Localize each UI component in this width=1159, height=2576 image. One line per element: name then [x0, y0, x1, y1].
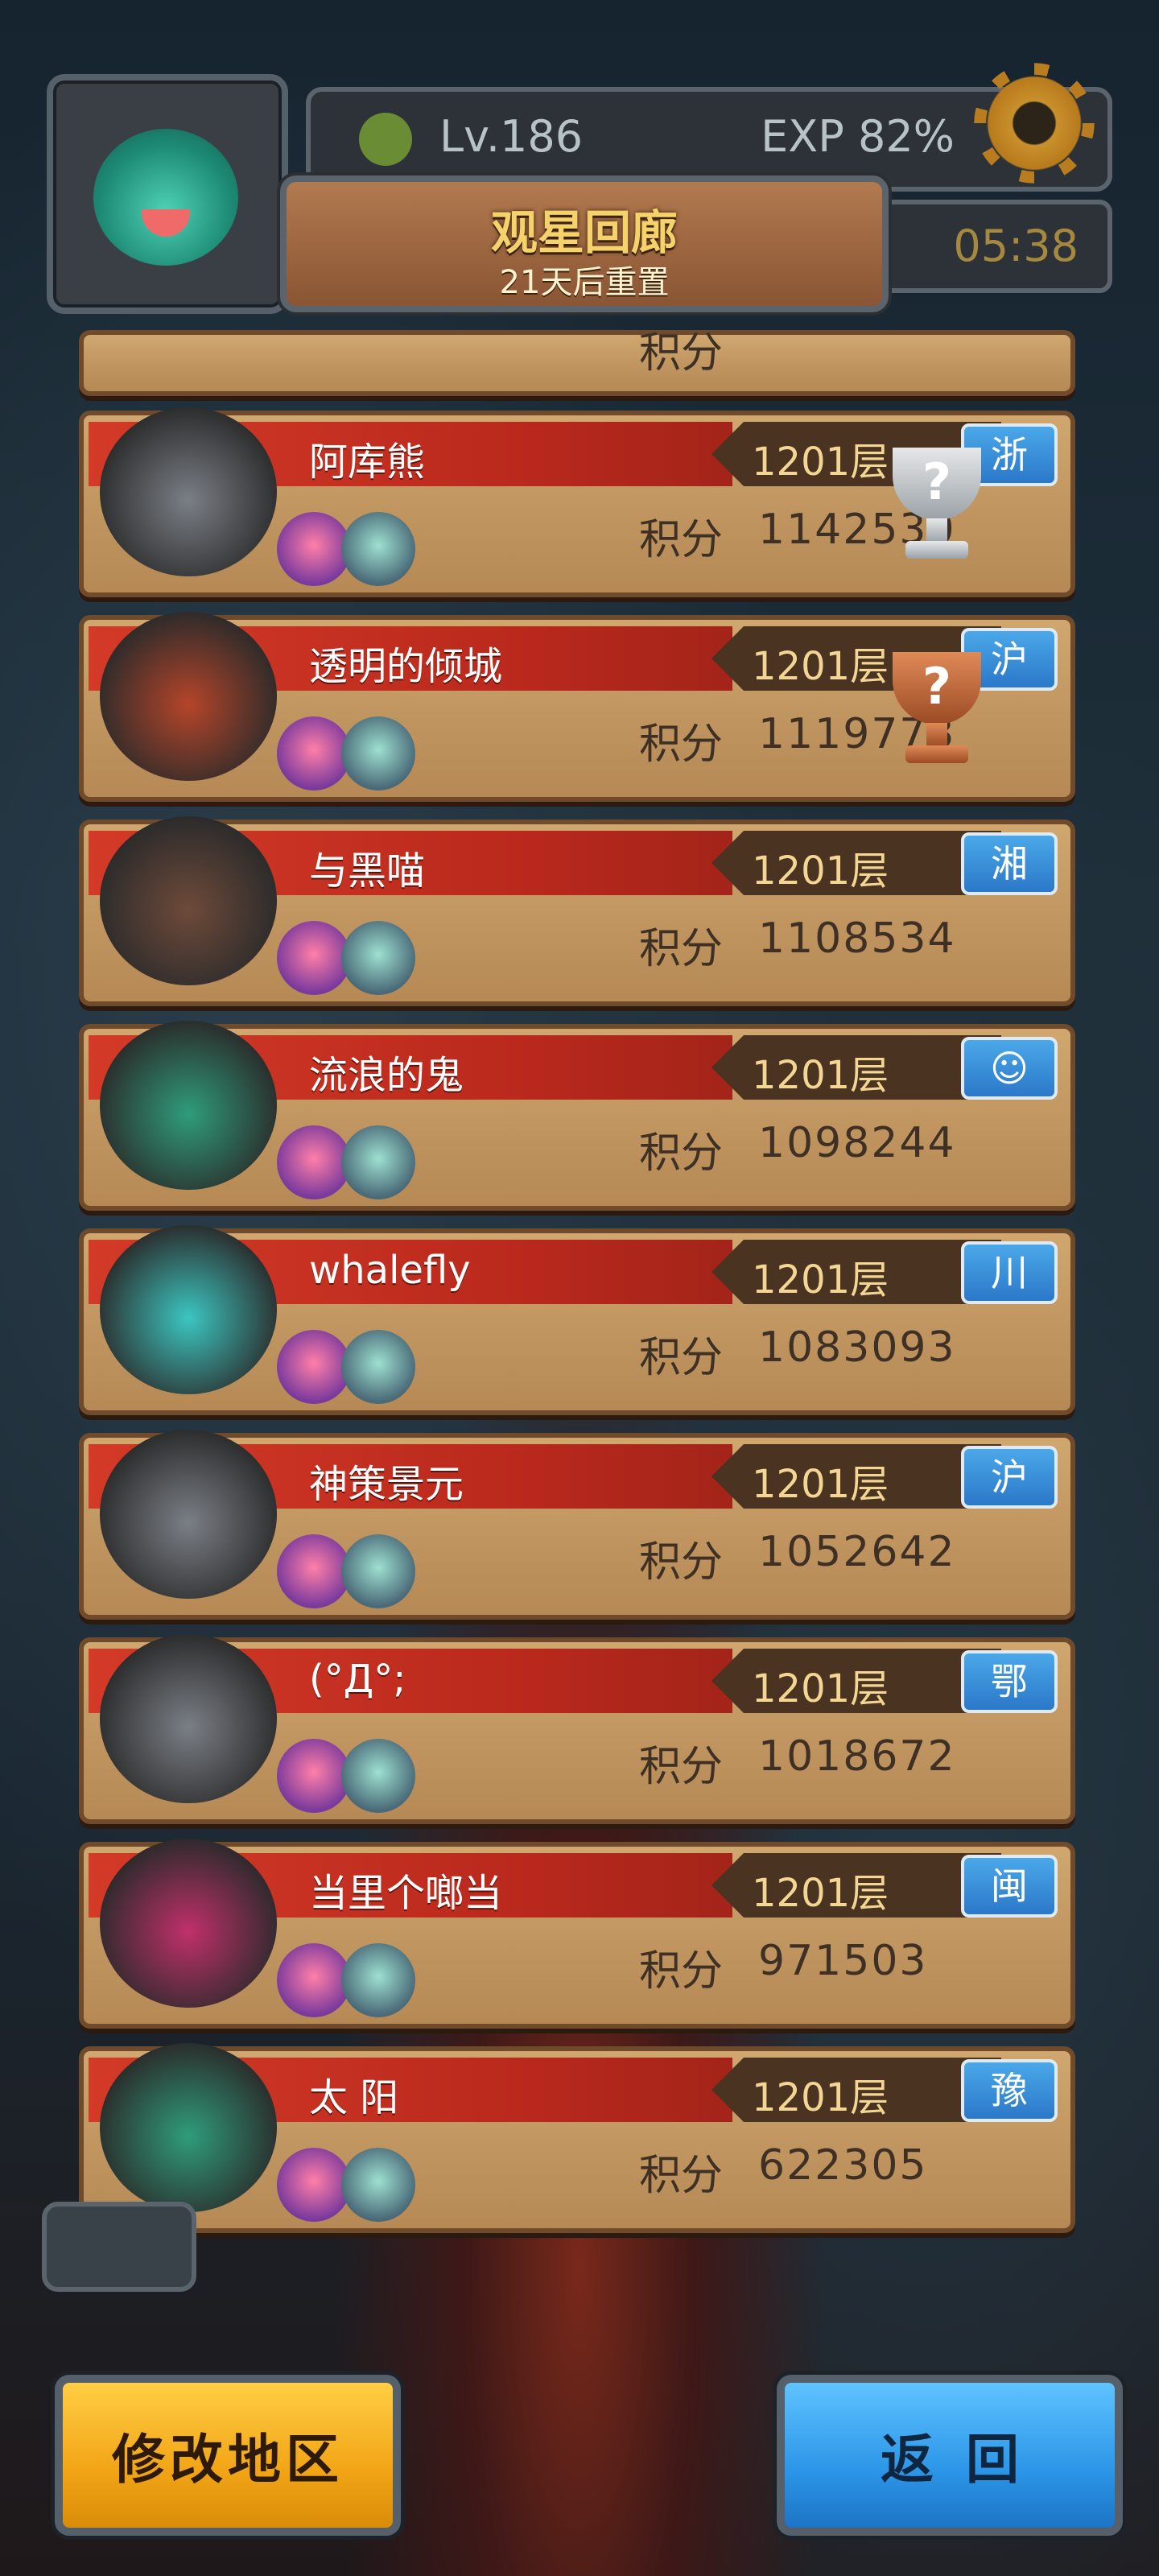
region-badge: 湘: [961, 832, 1058, 895]
ranking-row[interactable]: 流浪的鬼 1201层 ☺ 积分 1098244: [79, 1021, 1075, 1211]
avatar-mouth: [142, 209, 190, 237]
back-button[interactable]: 返回: [777, 2375, 1123, 2536]
pet-icon: [341, 716, 415, 791]
player-hero-icon: [100, 1021, 277, 1190]
score-label: 积分: [639, 720, 724, 769]
pet-icon: [277, 2148, 351, 2222]
score-label: 积分: [639, 516, 724, 564]
floor-count: 1201层: [752, 2075, 889, 2120]
player-hero-icon: [100, 612, 277, 781]
pet-icon: [277, 1534, 351, 1608]
player-hero-icon: [100, 1634, 277, 1803]
score-label: 积分: [639, 2152, 724, 2200]
player-name: 太 阳: [309, 2075, 399, 2120]
pet-icon: [277, 1739, 351, 1813]
player-hero-icon: [100, 1430, 277, 1599]
chat-icon[interactable]: [42, 2202, 196, 2292]
player-hero-icon: [100, 1839, 277, 2008]
score-label: 积分: [639, 925, 724, 973]
floor-count: 1201层: [752, 1666, 889, 1711]
player-avatar[interactable]: [47, 74, 288, 314]
player-hero-icon: [100, 407, 277, 576]
pet-icon: [277, 921, 351, 995]
ranking-row[interactable]: (°Д°; 1201层 鄂 积分 1018672: [79, 1634, 1075, 1824]
pet-icon: [341, 1534, 415, 1608]
score-label: 积分: [639, 1129, 724, 1178]
pet-icon: [277, 1125, 351, 1199]
score-value: 1108534: [758, 914, 956, 963]
pet-icon: [341, 1330, 415, 1404]
score-label: 积分: [639, 329, 724, 378]
pet-icon: [341, 1739, 415, 1813]
pet-icon: [341, 1125, 415, 1199]
player-name: whalefly: [309, 1248, 471, 1293]
region-badge: ☺: [961, 1037, 1058, 1100]
floor-count: 1201层: [752, 848, 889, 894]
score-value: 1083093: [758, 1323, 956, 1372]
player-name: 当里个啷当: [309, 1871, 503, 1916]
silver-trophy-icon: ?: [876, 448, 997, 568]
region-badge: 沪: [961, 1446, 1058, 1509]
region-badge: 豫: [961, 2059, 1058, 2122]
pet-icon: [341, 921, 415, 995]
region-badge: 鄂: [961, 1650, 1058, 1713]
avatar-monster-icon: [93, 129, 238, 266]
player-name: 透明的倾城: [309, 644, 503, 689]
region-badge: 川: [961, 1241, 1058, 1304]
floor-count: 1201层: [752, 440, 889, 485]
ranking-row[interactable]: whalefly 1201层 川 积分 1083093: [79, 1225, 1075, 1415]
ranking-row[interactable]: 透明的倾城 1201层 沪 积分 1119773?: [79, 612, 1075, 802]
change-region-button[interactable]: 修改地区: [55, 2375, 401, 2536]
pet-icon: [277, 1943, 351, 2017]
floor-count: 1201层: [752, 1053, 889, 1098]
pet-icon: [277, 1330, 351, 1404]
player-name: 与黑喵: [309, 848, 426, 894]
region-badge: 闽: [961, 1855, 1058, 1918]
score-value: 971503: [758, 1937, 928, 1985]
ranking-row[interactable]: 神策景元 1201层 沪 积分 1052642: [79, 1430, 1075, 1620]
ranking-row[interactable]: 太 阳 1201层 豫 积分 622305: [79, 2043, 1075, 2233]
score-value: 622305: [758, 2141, 928, 2190]
score-value: 1052642: [758, 1528, 956, 1576]
player-hero-icon: [100, 816, 277, 985]
pet-icon: [277, 512, 351, 586]
change-region-label: 修改地区: [112, 2429, 344, 2491]
level-label: Lv.186: [439, 111, 584, 162]
bronze-trophy-icon: ?: [876, 652, 997, 773]
pet-icon: [341, 1943, 415, 2017]
player-hero-icon: [100, 1225, 277, 1394]
ranking-row[interactable]: 阿库熊 1201层 浙 积分 1142530?: [79, 407, 1075, 597]
score-label: 积分: [639, 1743, 724, 1791]
pet-icon: [341, 2148, 415, 2222]
floor-count: 1201层: [752, 1462, 889, 1507]
player-name: 神策景元: [309, 1462, 464, 1507]
floor-count: 1201层: [752, 644, 889, 689]
back-label: 返回: [881, 2429, 1051, 2491]
ranking-row-partial: 积分: [79, 329, 1075, 396]
player-hero-icon: [100, 2043, 277, 2212]
event-banner: 观星回廊 21天后重置: [280, 175, 889, 312]
timer-label: 05:38: [953, 221, 1079, 271]
settings-gear-icon[interactable]: [982, 71, 1087, 175]
pet-icon: [341, 512, 415, 586]
score-label: 积分: [639, 1334, 724, 1382]
player-name: 流浪的鬼: [309, 1053, 464, 1098]
ranking-row[interactable]: 当里个啷当 1201层 闽 积分 971503: [79, 1839, 1075, 2029]
player-name: (°Д°;: [309, 1657, 406, 1702]
player-name: 阿库熊: [309, 440, 426, 485]
event-title: 观星回廊: [490, 205, 678, 260]
pet-icon: [277, 716, 351, 791]
tree-icon: [359, 113, 412, 166]
exp-label: EXP 82%: [761, 111, 955, 162]
floor-count: 1201层: [752, 1257, 889, 1302]
score-value: 1018672: [758, 1732, 956, 1781]
score-label: 积分: [639, 1538, 724, 1587]
ranking-row[interactable]: 与黑喵 1201层 湘 积分 1108534: [79, 816, 1075, 1006]
event-reset-countdown: 21天后重置: [499, 264, 670, 301]
floor-count: 1201层: [752, 1871, 889, 1916]
score-label: 积分: [639, 1947, 724, 1996]
score-value: 1098244: [758, 1119, 956, 1167]
